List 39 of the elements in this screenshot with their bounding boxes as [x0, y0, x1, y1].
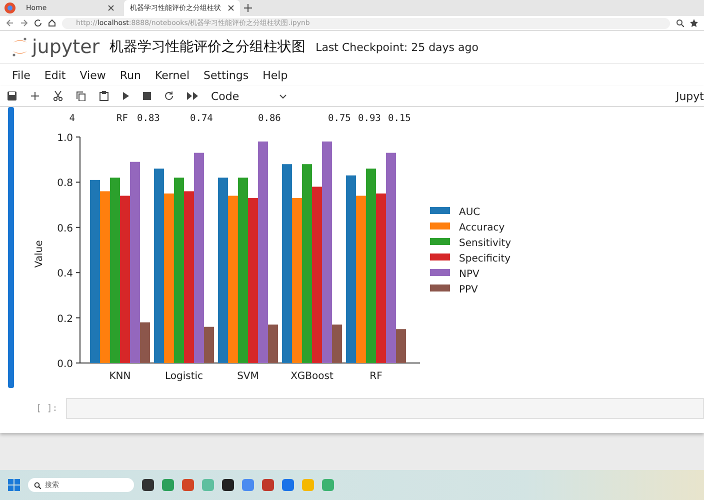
- tick-label: 1.0: [57, 132, 73, 144]
- menu-item[interactable]: Kernel: [154, 68, 190, 82]
- menu-item[interactable]: Help: [262, 68, 288, 82]
- menu-item[interactable]: Settings: [204, 68, 249, 82]
- axis-label: Value: [34, 240, 45, 268]
- category-label: SVM: [237, 370, 259, 382]
- notebook-title[interactable]: 机器学习性能评价之分组柱状图: [110, 38, 306, 56]
- legend-label: Sensitivity: [459, 238, 512, 249]
- table-cell-text: RF: [116, 113, 128, 125]
- menu-item[interactable]: Edit: [44, 68, 66, 82]
- tick-label: 0.2: [57, 314, 73, 325]
- kernel-name[interactable]: Jupyt: [676, 90, 704, 102]
- category-label: XGBoost: [290, 370, 334, 382]
- category-label: RF: [370, 370, 382, 382]
- cell-type-dropdown[interactable]: Code: [211, 90, 288, 102]
- legend-label: NPV: [459, 268, 480, 280]
- cell-prompt: [ ]:: [36, 404, 58, 414]
- legend-label: AUC: [459, 206, 480, 218]
- menu-item[interactable]: File: [12, 68, 30, 82]
- table-cell-text: 0.15: [387, 113, 412, 125]
- menu-item[interactable]: View: [80, 68, 106, 82]
- tick-label: 0.0: [57, 358, 73, 370]
- legend-label: Specificity: [459, 253, 511, 264]
- tick-label: 0.4: [57, 268, 73, 280]
- legend-label: PPV: [459, 284, 478, 296]
- table-cell-text: 0.83: [136, 113, 161, 125]
- table-cell-text: 0.74: [189, 113, 214, 125]
- logo-text: jupyter: [32, 36, 100, 58]
- table-cell-text: 0.86: [257, 113, 282, 125]
- legend-label: Accuracy: [459, 222, 505, 234]
- table-cell-text: 0.75: [327, 113, 349, 125]
- table-cell-text: 4: [68, 113, 75, 125]
- menu-item[interactable]: Run: [120, 68, 141, 82]
- category-label: Logistic: [164, 370, 204, 382]
- table-cell-text: 0.93: [357, 113, 379, 125]
- tick-label: 0.8: [57, 178, 73, 190]
- category-label: KNN: [109, 370, 131, 382]
- checkpoint-text: Last Checkpoint: 25 days ago: [316, 40, 478, 54]
- tick-label: 0.6: [57, 223, 73, 234]
